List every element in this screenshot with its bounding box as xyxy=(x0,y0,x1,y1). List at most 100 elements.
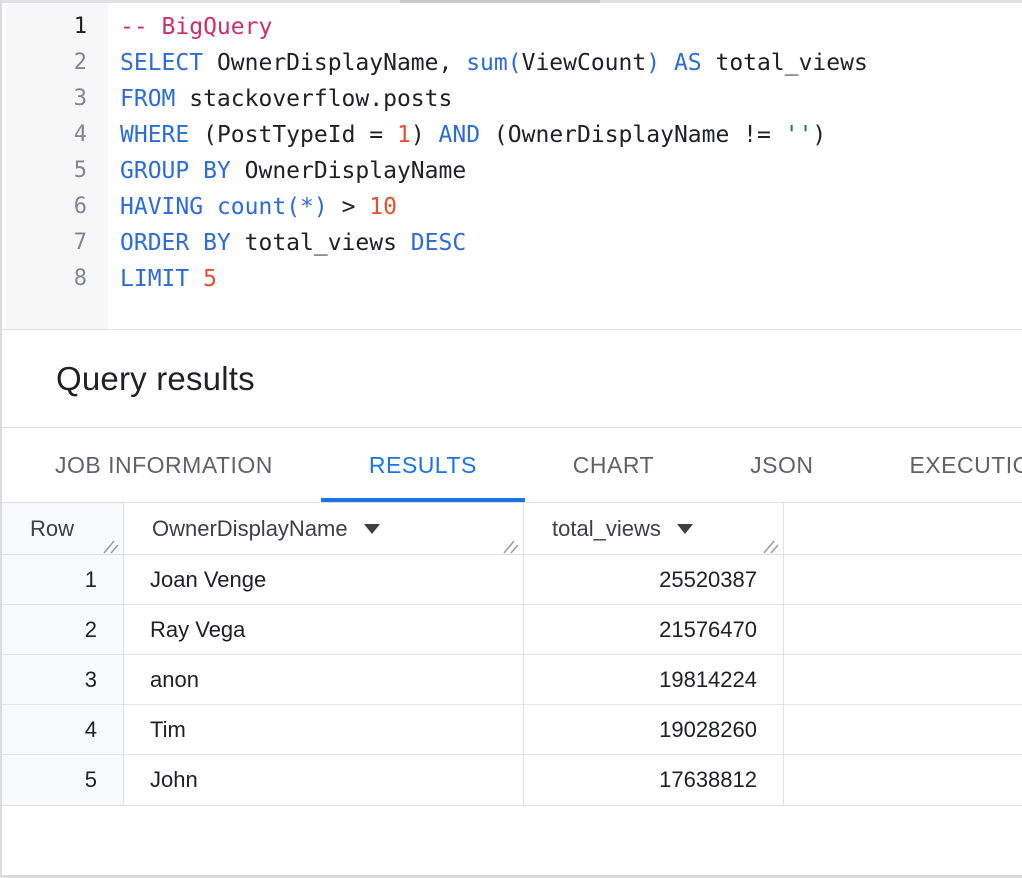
cell-row-number: 3 xyxy=(2,655,124,705)
cell-total-views: 17638812 xyxy=(524,755,784,805)
code-text: ORDER BY total_views DESC xyxy=(108,225,466,261)
code-line[interactable]: 7ORDER BY total_views DESC xyxy=(2,225,1022,261)
code-token-plain: (OwnerDisplayName != xyxy=(480,122,785,148)
code-line[interactable]: 4WHERE (PostTypeId = 1) AND (OwnerDispla… xyxy=(2,117,1022,153)
cell-filler xyxy=(784,605,1022,655)
code-token-num: 1 xyxy=(397,122,411,148)
code-token-str: '' xyxy=(785,122,813,148)
code-token-kw: LIMIT xyxy=(120,266,189,292)
code-token-plain: > xyxy=(328,194,370,220)
code-token-kw: FROM xyxy=(120,86,175,112)
code-token-plain: ) xyxy=(812,122,826,148)
results-table: RowOwnerDisplayNametotal_views1Joan Veng… xyxy=(2,503,1022,806)
code-token-fn: sum( xyxy=(466,50,521,76)
code-token-kw: GROUP BY xyxy=(120,158,231,184)
line-number: 3 xyxy=(2,81,108,117)
dropdown-arrow-icon[interactable] xyxy=(677,524,693,534)
cell-total-views: 19028260 xyxy=(524,705,784,755)
code-text: -- BigQuery xyxy=(108,9,272,45)
code-line[interactable]: 3FROM stackoverflow.posts xyxy=(2,81,1022,117)
cell-total-views: 19814224 xyxy=(524,655,784,705)
left-border xyxy=(0,0,2,878)
code-token-num: 10 xyxy=(369,194,397,220)
tab-label: CHART xyxy=(573,452,654,479)
sql-editor[interactable]: 1 -- BigQuery 2SELECT OwnerDisplayName, su… xyxy=(2,3,1022,330)
column-header-label: Row xyxy=(30,516,74,542)
cell-owner-display-name: Joan Venge xyxy=(124,555,524,605)
line-number: 1 xyxy=(2,9,108,45)
cell-total-views: 21576470 xyxy=(524,605,784,655)
column-resize-icon[interactable] xyxy=(502,535,520,551)
table-row: 2Ray Vega21576470 xyxy=(2,605,1022,655)
table-header-row: Row OwnerDisplayNametotal_views xyxy=(2,503,1022,555)
line-number: 7 xyxy=(2,225,108,261)
code-token-plain: (PostTypeId = xyxy=(189,122,397,148)
code-line[interactable]: 8LIMIT 5 xyxy=(2,261,1022,297)
code-token-plain: stackoverflow.posts xyxy=(175,86,452,112)
cell-filler xyxy=(784,705,1022,755)
dropdown-arrow-icon[interactable] xyxy=(364,524,380,534)
line-number: 6 xyxy=(2,189,108,225)
code-token-fn: ) xyxy=(646,50,660,76)
code-token-plain xyxy=(660,50,674,76)
code-token-plain xyxy=(189,266,203,292)
code-token-comment: -- BigQuery xyxy=(120,14,272,40)
code-token-num: 5 xyxy=(203,266,217,292)
tab-label: JSON xyxy=(750,452,813,479)
cell-owner-display-name: John xyxy=(124,755,524,805)
tab-json[interactable]: JSON xyxy=(702,429,861,502)
code-token-kw: WHERE xyxy=(120,122,189,148)
code-text: FROM stackoverflow.posts xyxy=(108,81,452,117)
cell-owner-display-name: Tim xyxy=(124,705,524,755)
column-resize-icon[interactable] xyxy=(102,535,120,551)
code-line[interactable]: 2SELECT OwnerDisplayName, sum(ViewCount)… xyxy=(2,45,1022,81)
code-token-plain: OwnerDisplayName xyxy=(231,158,466,184)
table-row: 5John17638812 xyxy=(2,755,1022,805)
tab-chart[interactable]: CHART xyxy=(525,429,702,502)
tab-execution-details[interactable]: EXECUTION DETAILS xyxy=(861,429,1022,502)
code-text: WHERE (PostTypeId = 1) AND (OwnerDisplay… xyxy=(108,117,826,153)
cell-row-number: 5 xyxy=(2,755,124,805)
code-token-kw: AS xyxy=(674,50,702,76)
code-text: LIMIT 5 xyxy=(108,261,217,297)
tab-label: EXECUTION DETAILS xyxy=(909,452,1022,479)
code-text: GROUP BY OwnerDisplayName xyxy=(108,153,466,189)
cell-owner-display-name: anon xyxy=(124,655,524,705)
code-token-plain: total_views xyxy=(231,230,411,256)
cell-owner-display-name: Ray Vega xyxy=(124,605,524,655)
code-text: SELECT OwnerDisplayName, sum(ViewCount) … xyxy=(108,45,868,81)
code-text: HAVING count(*) > 10 xyxy=(108,189,397,225)
code-token-plain: ViewCount xyxy=(522,50,647,76)
line-number: 5 xyxy=(2,153,108,189)
code-line[interactable]: 6HAVING count(*) > 10 xyxy=(2,189,1022,225)
table-row: 3anon19814224 xyxy=(2,655,1022,705)
query-results-header: Query results xyxy=(2,331,1022,428)
tab-label: RESULTS xyxy=(369,452,477,479)
top-border xyxy=(0,0,1022,3)
code-token-kw: AND xyxy=(439,122,481,148)
code-line[interactable]: 1 -- BigQuery xyxy=(2,9,1022,45)
code-line[interactable]: 5GROUP BY OwnerDisplayName xyxy=(2,153,1022,189)
tab-label: JOB INFORMATION xyxy=(55,452,273,479)
line-number: 2 xyxy=(2,45,108,81)
line-number: 4 xyxy=(2,117,108,153)
code-token-kw: ORDER BY xyxy=(120,230,231,256)
column-resize-icon[interactable] xyxy=(762,535,780,551)
column-header-total-views[interactable]: total_views xyxy=(524,503,784,555)
tab-job-information[interactable]: JOB INFORMATION xyxy=(7,429,321,502)
code-token-plain: total_views xyxy=(702,50,868,76)
code-token-kw: HAVING xyxy=(120,194,203,220)
code-lines: 1 -- BigQuery 2SELECT OwnerDisplayName, su… xyxy=(2,3,1022,297)
code-token-kw: SELECT xyxy=(120,50,203,76)
cell-row-number: 4 xyxy=(2,705,124,755)
column-header-filler xyxy=(784,503,1022,555)
cell-total-views: 25520387 xyxy=(524,555,784,605)
tab-results[interactable]: RESULTS xyxy=(321,429,525,502)
code-token-plain xyxy=(203,194,217,220)
query-results-title: Query results xyxy=(2,360,255,398)
horizontal-scrollbar-thumb[interactable] xyxy=(400,0,600,3)
column-header-owner-display-name[interactable]: OwnerDisplayName xyxy=(124,503,524,555)
line-number: 8 xyxy=(2,261,108,297)
results-tabbar: JOB INFORMATION RESULTS CHART JSON EXECUTION… xyxy=(2,429,1022,503)
cell-row-number: 2 xyxy=(2,605,124,655)
